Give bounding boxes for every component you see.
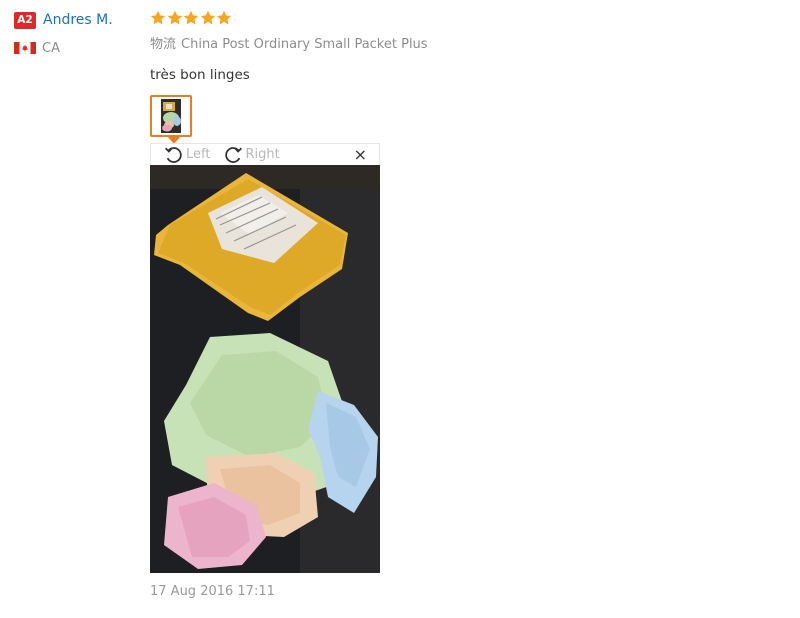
reviewer-info: A2 Andres M. CA [14,10,113,57]
review-photo-thumbnail[interactable] [150,95,192,144]
reviewer-country-row: CA [14,39,113,57]
buyer-level-badge: A2 [14,11,36,29]
shipping-label: 物流 [150,37,177,52]
shipping-info: 物流 China Post Ordinary Small Packet Plus [150,36,790,53]
star-rating [150,10,790,28]
rotate-left-label: Left [186,147,211,162]
reviewer-name-row: A2 Andres M. [14,10,113,30]
canada-flag-icon [14,42,36,54]
review-item: A2 Andres M. CA 物流 China Post Ordinary Sm… [0,0,800,618]
rotate-left-icon [164,146,182,163]
rotate-right-label: Right [245,147,280,162]
rotate-right-button[interactable]: Right [222,144,280,166]
reviewer-name-link[interactable]: Andres M. [43,12,113,28]
thumbnail-image [161,99,181,133]
star-icon [150,10,166,25]
star-icon [183,10,199,25]
star-icon [216,10,232,25]
reviewer-country: CA [42,40,60,56]
close-viewer-button[interactable]: × [354,146,367,164]
review-photo [150,165,380,573]
review-text: très bon linges [150,67,250,83]
rotate-right-icon [225,146,243,163]
star-icon [167,10,182,25]
photo-viewer-toolbar: Left Right × [150,143,380,165]
rotate-left-button[interactable]: Left [163,144,210,166]
shipping-method: China Post Ordinary Small Packet Plus [181,37,428,52]
star-icon [200,10,215,25]
review-timestamp: 17 Aug 2016 17:11 [150,584,275,599]
photo-viewer: Left Right × [150,143,380,573]
review-content: 物流 China Post Ordinary Small Packet Plus … [150,10,790,144]
